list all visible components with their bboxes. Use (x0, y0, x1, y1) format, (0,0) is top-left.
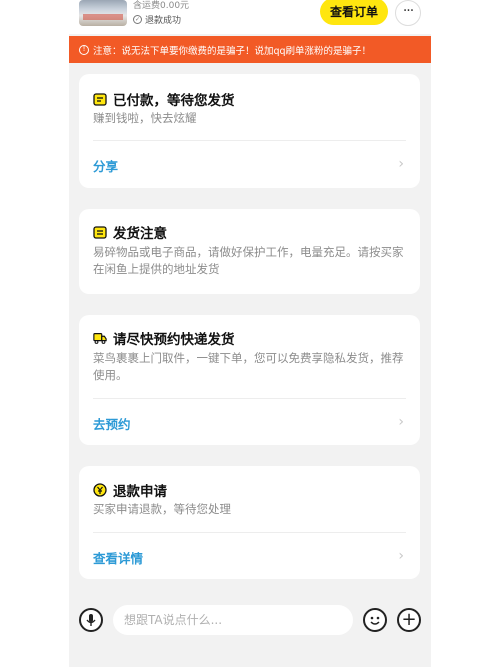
divider (93, 398, 406, 399)
more-icon[interactable]: ··· (395, 0, 421, 26)
card-desc-shipping-notice: 易碎物品或电子商品，请做好保护工作，电量充足。请按买家在闲鱼上提供的地址发货 (93, 245, 404, 276)
warning-icon: ! (79, 44, 89, 55)
chevron-right-icon[interactable]: › (398, 156, 404, 172)
view-order-button[interactable]: 查看订单 (320, 0, 388, 25)
card-desc-refund: 买家申请退款，等待您处理 (93, 502, 231, 516)
mic-glyph (86, 614, 96, 626)
order-summary-bar: 含运费0.00元 ✓ 退款成功 查看订单 ··· (69, 0, 431, 34)
chat-message-input[interactable] (113, 605, 353, 635)
status-card-refund: 退款申请 买家申请退款，等待您处理 查看详情 › (79, 466, 420, 579)
check-circle-icon: ✓ (133, 15, 142, 24)
status-card-shipping-notice: 发货注意 易碎物品或电子商品，请做好保护工作，电量充足。请按买家在闲鱼上提供的地… (79, 209, 420, 294)
mic-icon[interactable] (79, 608, 103, 632)
card-title-shipping-notice: 发货注意 (93, 222, 167, 242)
order-detail-screen: 含运费0.00元 ✓ 退款成功 查看订单 ··· ! 注意：说无法下单要你缴费的… (69, 0, 431, 667)
share-link[interactable]: 分享 (93, 156, 118, 175)
card-title-text: 已付款，等待您发货 (113, 93, 235, 109)
product-thumbnail[interactable] (79, 0, 127, 26)
clipboard-icon (93, 93, 107, 106)
card-desc-paid: 赚到钱啦，快去炫耀 (93, 111, 197, 125)
book-courier-link[interactable]: 去预约 (93, 414, 131, 433)
chevron-right-icon[interactable]: › (398, 414, 404, 430)
divider (93, 532, 406, 533)
view-details-link[interactable]: 查看详情 (93, 548, 143, 567)
status-card-courier: 请尽快预约快递发货 菜鸟裹裹上门取件，一键下单，您可以免费享隐私发货，推荐使用。… (79, 315, 420, 445)
card-desc-courier: 菜鸟裹裹上门取件，一键下单，您可以免费享隐私发货，推荐使用。 (93, 351, 404, 382)
divider (93, 140, 406, 141)
card-title-paid: 已付款，等待您发货 (93, 89, 235, 109)
scam-warning-text: 注意：说无法下单要你缴费的是骗子！说加qq刷单涨粉的是骗子！ (93, 45, 372, 57)
card-title-refund: 退款申请 (93, 480, 167, 500)
truck-icon (93, 333, 107, 344)
chevron-right-icon[interactable]: › (398, 548, 404, 564)
refund-status-label: 退款成功 (145, 16, 182, 26)
status-card-paid: 已付款，等待您发货 赚到钱啦，快去炫耀 分享 › (79, 74, 420, 188)
shipping-fee-text: 含运费0.00元 (133, 1, 190, 11)
plus-icon[interactable]: + (397, 608, 421, 632)
refund-coin-icon (93, 483, 107, 497)
card-title-courier: 请尽快预约快递发货 (93, 328, 235, 348)
notice-icon (93, 226, 107, 239)
emoji-icon[interactable] (363, 608, 387, 632)
refund-status: ✓ 退款成功 (133, 13, 181, 26)
card-title-text: 发货注意 (113, 226, 167, 242)
emoji-glyph (370, 616, 380, 625)
scam-warning-banner: ! 注意：说无法下单要你缴费的是骗子！说加qq刷单涨粉的是骗子！ (69, 36, 431, 63)
card-title-text: 退款申请 (113, 484, 167, 500)
card-title-text: 请尽快预约快递发货 (113, 332, 235, 348)
